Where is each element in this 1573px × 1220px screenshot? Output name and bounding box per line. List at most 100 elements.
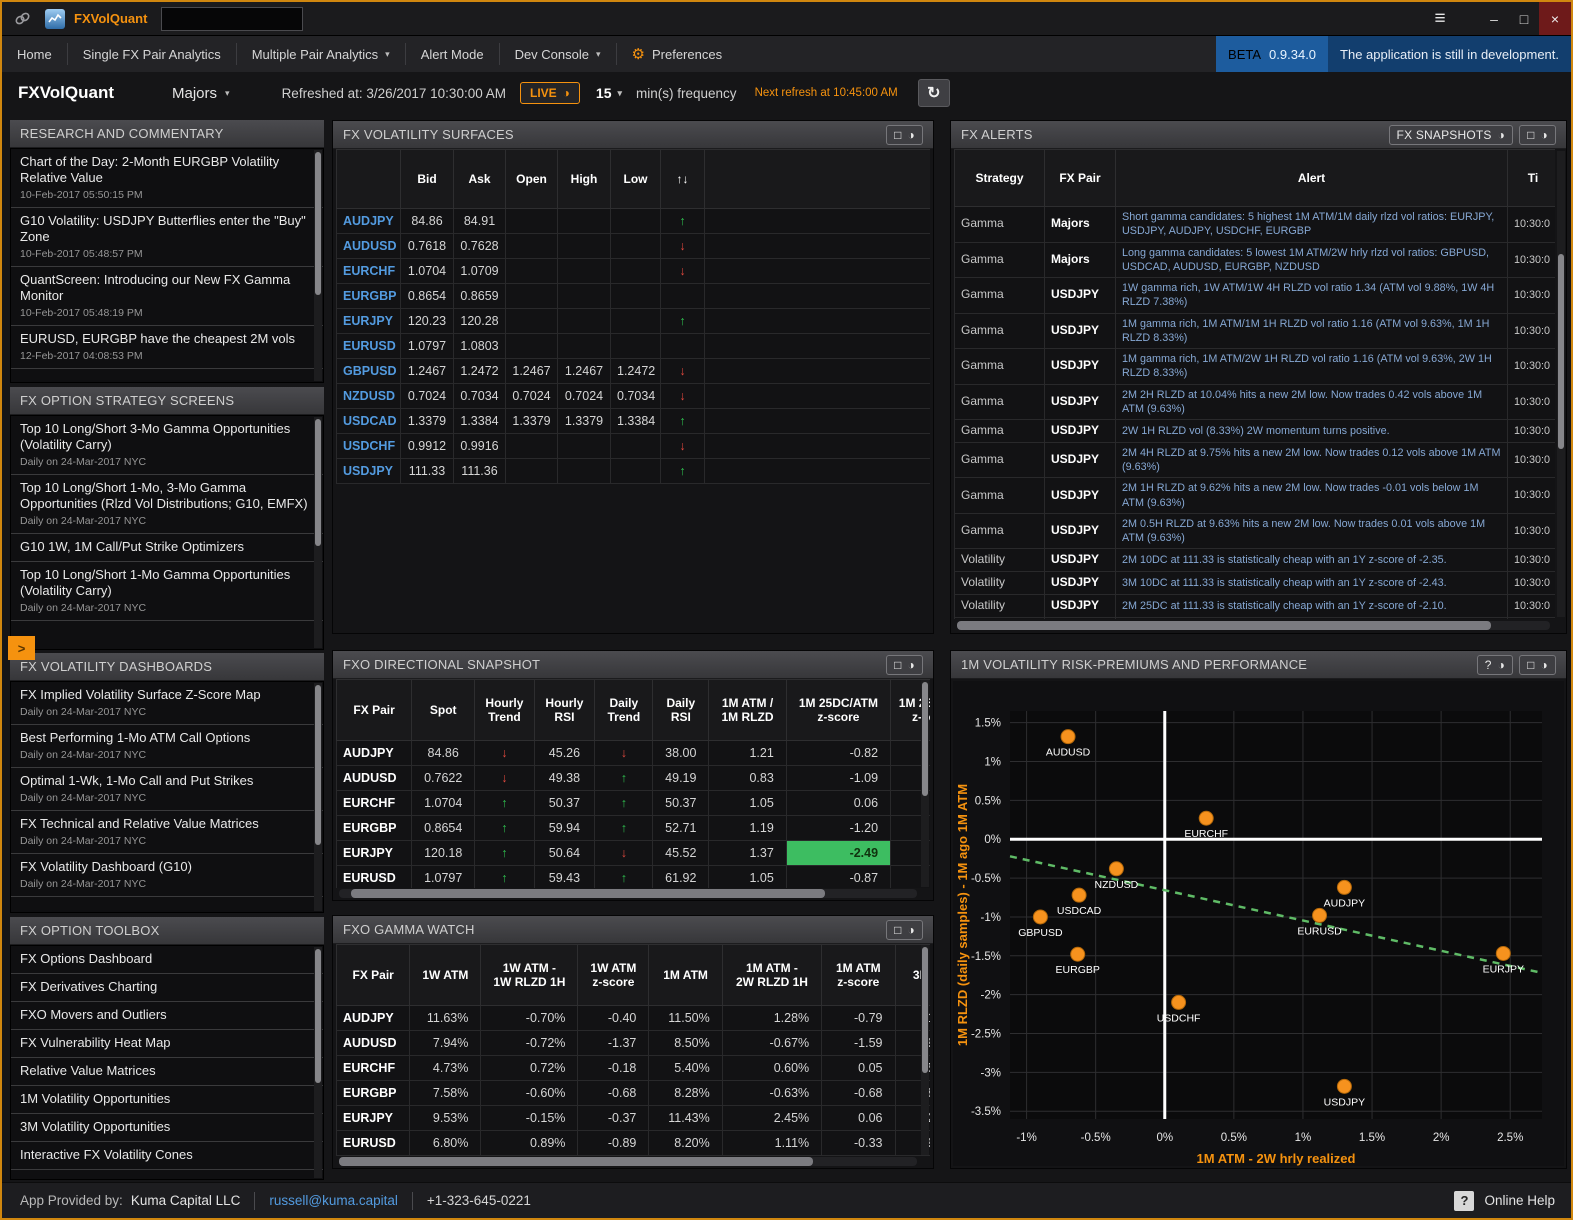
column-header[interactable]: 1W ATM - 1W RLZD 1H <box>481 945 578 1006</box>
column-header[interactable]: Low <box>611 150 661 209</box>
panel-options-button[interactable]: □◑ <box>886 125 923 145</box>
table-row[interactable]: EURUSD1.0797↑59.43↑61.921.05-0.870.7 <box>337 866 931 889</box>
pair-cell[interactable]: AUDUSD <box>337 1031 410 1056</box>
table-row[interactable]: GammaUSDJPY2M 1H RLZD at 9.62% hits a ne… <box>955 478 1556 514</box>
column-header[interactable]: Ti <box>1508 150 1556 207</box>
pair-cell[interactable]: AUDJPY <box>337 1006 410 1031</box>
live-toggle[interactable]: LIVE ◑ <box>520 82 580 104</box>
table-row[interactable]: EURJPY120.23120.28↑ <box>337 309 931 334</box>
table-row[interactable]: VolatilityUSDJPY2M 25DC at 111.33 is sta… <box>955 594 1556 617</box>
column-header[interactable] <box>705 150 931 209</box>
table-row[interactable]: GBPUSD1.24671.24721.24671.24671.2472↓ <box>337 359 931 384</box>
pair-cell[interactable]: EURUSD <box>337 866 412 889</box>
pair-link[interactable]: USDCHF <box>337 434 401 459</box>
scrollbar[interactable] <box>921 680 929 887</box>
pair-link[interactable]: NZDUSD <box>337 384 401 409</box>
list-item[interactable]: 1M Volatility Opportunities <box>11 1086 323 1114</box>
column-header[interactable]: FX Pair <box>337 945 410 1006</box>
hamburger-menu-icon[interactable]: ≡ <box>1425 6 1455 32</box>
table-row[interactable]: EURGBP0.8654↑59.94↑52.711.19-1.201.3 <box>337 816 931 841</box>
table-row[interactable]: EURUSD6.80%0.89%-0.898.20%1.11%-0.339.06… <box>337 1131 931 1156</box>
table-row[interactable]: AUDJPY11.63%-0.70%-0.4011.50%1.28%-0.791… <box>337 1006 931 1031</box>
search-box[interactable] <box>161 7 303 31</box>
column-header[interactable]: Daily RSI <box>653 680 709 741</box>
horizontal-scrollbar[interactable] <box>957 621 1550 630</box>
pair-link[interactable]: AUDJPY <box>337 209 401 234</box>
column-header[interactable]: Spot <box>412 680 475 741</box>
menu-item-alert-mode[interactable]: Alert Mode <box>405 43 499 65</box>
table-row[interactable]: EURGBP7.58%-0.60%-0.688.28%-0.63%-0.688.… <box>337 1081 931 1106</box>
table-row[interactable]: GammaUSDJPY1M gamma rich, 1M ATM/2W 1H R… <box>955 349 1556 385</box>
scrollbar[interactable] <box>314 150 322 381</box>
column-header[interactable]: 1M 25DC/ATM z-score <box>786 680 890 741</box>
table-row[interactable]: AUDUSD7.94%-0.72%-1.378.50%-0.67%-1.599.… <box>337 1031 931 1056</box>
table-row[interactable]: EURUSD1.07971.0803 <box>337 334 931 359</box>
scrollbar[interactable] <box>1557 151 1565 617</box>
menu-item-dev-console[interactable]: Dev Console▾ <box>499 43 616 65</box>
search-input[interactable] <box>162 12 329 26</box>
column-header[interactable]: FX Pair <box>1045 150 1116 207</box>
pair-link[interactable]: EURCHF <box>337 259 401 284</box>
pair-link[interactable]: EURJPY <box>337 309 401 334</box>
table-row[interactable]: GammaUSDJPY1M gamma rich, 1M ATM/1M 1H R… <box>955 313 1556 349</box>
frequency-dropdown[interactable]: 15 ▾ min(s) frequency <box>596 85 737 101</box>
list-item[interactable]: EURUSD, EURGBP have the cheapest 2M vols… <box>11 326 323 369</box>
table-row[interactable]: AUDJPY84.8684.91↑ <box>337 209 931 234</box>
menu-item-single-fx-pair-analytics[interactable]: Single FX Pair Analytics <box>67 43 236 65</box>
pair-cell[interactable]: EURJPY <box>337 841 412 866</box>
scrollbar[interactable] <box>314 417 322 648</box>
column-header[interactable]: 1M ATM - 2W RLZD 1H <box>722 945 821 1006</box>
column-header[interactable]: 1M ATM / 1M RLZD <box>709 680 787 741</box>
list-item[interactable]: FX Technical and Relative Value Matrices… <box>11 811 323 854</box>
list-item[interactable]: FXO Movers and Outliers <box>11 1002 323 1030</box>
refresh-button[interactable]: ↻ <box>918 79 950 107</box>
column-header[interactable]: Open <box>506 150 558 209</box>
pair-link[interactable]: USDJPY <box>337 459 401 484</box>
pair-cell[interactable]: EURUSD <box>337 1131 410 1156</box>
table-row[interactable]: GammaUSDJPY2M 4H RLZD at 9.75% hits a ne… <box>955 442 1556 478</box>
table-row[interactable]: GammaUSDJPY2W 1H RLZD vol (8.33%) 2W mom… <box>955 420 1556 443</box>
column-header[interactable] <box>337 150 401 209</box>
table-row[interactable]: VolatilityUSDJPY2M 10DC at 111.33 is sta… <box>955 549 1556 572</box>
help-icon[interactable]: ? <box>1454 1191 1474 1211</box>
table-row[interactable]: GammaMajorsShort gamma candidates: 5 hig… <box>955 207 1556 243</box>
column-header[interactable]: High <box>558 150 611 209</box>
pair-cell[interactable]: EURCHF <box>337 791 412 816</box>
list-item[interactable]: Top 10 Long/Short 1-Mo, 3-Mo Gamma Oppor… <box>11 475 323 534</box>
scrollbar[interactable] <box>314 683 322 911</box>
panel-options-button[interactable]: □◑ <box>1519 125 1556 145</box>
pair-cell[interactable]: EURGBP <box>337 1081 410 1106</box>
list-item[interactable]: 3M Volatility Opportunities <box>11 1114 323 1142</box>
table-row[interactable]: NZDUSD0.70240.70340.70240.70240.7034↓ <box>337 384 931 409</box>
link-icon[interactable] <box>14 11 31 26</box>
minimize-button[interactable]: – <box>1479 6 1509 32</box>
table-row[interactable]: USDJPY111.33111.36↑ <box>337 459 931 484</box>
horizontal-scrollbar[interactable] <box>339 889 917 898</box>
fx-snapshots-button[interactable]: FX SNAPSHOTS◑ <box>1389 125 1514 145</box>
list-item[interactable]: FX Options Dashboard <box>11 946 323 974</box>
list-item[interactable]: FX Derivatives Charting <box>11 974 323 1002</box>
table-row[interactable]: AUDJPY84.86↓45.26↓38.001.21-0.821.0 <box>337 741 931 766</box>
list-item[interactable]: Relative Value Matrices <box>11 1058 323 1086</box>
table-row[interactable]: GammaUSDJPY1W gamma rich, 1W ATM/1W 4H R… <box>955 278 1556 314</box>
table-row[interactable]: EURCHF4.73%0.72%-0.185.40%0.60%0.055.95% <box>337 1056 931 1081</box>
list-item[interactable]: FX Vulnerability Heat Map <box>11 1030 323 1058</box>
column-header[interactable]: Daily Trend <box>595 680 653 741</box>
sidebar-expander-tab[interactable]: > <box>8 636 35 660</box>
column-header[interactable]: Bid <box>401 150 454 209</box>
list-item[interactable]: QuantScreen: Introducing our New FX Gamm… <box>11 267 323 326</box>
scope-dropdown[interactable]: Majors ▾ <box>172 85 230 102</box>
list-item[interactable]: FX Implied Volatility Surface Z-Score Ma… <box>11 682 323 725</box>
pair-link[interactable]: USDCAD <box>337 409 401 434</box>
table-row[interactable]: VolatilityUSDJPY3M 10DC at 111.33 is sta… <box>955 572 1556 595</box>
table-row[interactable]: GammaMajorsLong gamma candidates: 5 lowe… <box>955 242 1556 278</box>
scrollbar[interactable] <box>314 947 322 1178</box>
table-row[interactable]: EURCHF1.0704↑50.37↑50.371.050.06-0.5 <box>337 791 931 816</box>
pair-cell[interactable]: EURGBP <box>337 816 412 841</box>
table-row[interactable]: VolatilityUSDJPY6M 10DC at 111.33 is sta… <box>955 617 1556 619</box>
table-row[interactable]: GammaUSDJPY2M 2H RLZD at 10.04% hits a n… <box>955 384 1556 420</box>
list-item[interactable]: Interactive FX Volatility Cones <box>11 1142 323 1170</box>
column-header[interactable]: 1M ATM z-score <box>822 945 895 1006</box>
list-item[interactable]: Chart of the Day: 2-Month EURGBP Volatil… <box>11 149 323 208</box>
online-help-link[interactable]: Online Help <box>1484 1193 1555 1208</box>
